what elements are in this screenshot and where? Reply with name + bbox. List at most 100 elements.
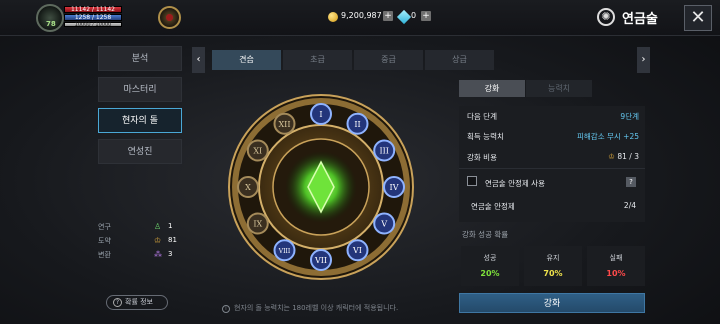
result-percent: 70% — [543, 269, 563, 278]
numeral-orb-5[interactable]: V — [373, 212, 396, 235]
divider — [459, 168, 645, 169]
numeral-orb-2[interactable]: II — [346, 112, 369, 135]
result-percent: 20% — [480, 269, 500, 278]
next-stage-value: 9단계 — [620, 112, 639, 121]
success-result: 성공 20% — [461, 246, 519, 286]
menu-item-philosopher-stone[interactable]: 현자의 돌 — [98, 108, 182, 133]
gold-amount: 9,200,987 — [341, 11, 382, 20]
numeral-label: V — [380, 220, 387, 229]
leap-icon: ♔ — [154, 236, 162, 245]
hp-text: 11142 / 11142 — [70, 6, 115, 13]
page-title: 연금술 — [622, 12, 658, 27]
stabilizer-use-label: 연금술 안정제 사용 — [485, 179, 545, 188]
numeral-orb-11[interactable]: XI — [246, 139, 269, 162]
cost-row: 강화 비용 ♔ 81 / 3 — [467, 152, 639, 163]
info-icon: i — [222, 305, 230, 313]
numeral-orb-9[interactable]: IX — [246, 212, 269, 235]
result-percent: 10% — [606, 269, 626, 278]
success-rate-title: 강화 성공 확률 — [462, 230, 509, 239]
numeral-orb-12[interactable]: XII — [273, 112, 296, 135]
tab-prev-button[interactable]: ‹ — [192, 47, 205, 73]
footnote-text: 현자의 돌 능력치는 180레벨 이상 캐릭터에 적용됩니다. — [234, 304, 399, 312]
xp-bar: 10000 / 10000 — [64, 22, 122, 28]
numeral-label: X — [245, 183, 251, 192]
numeral-label: VIII — [278, 248, 291, 255]
alchemy-emblem-icon: ✺ — [597, 8, 615, 26]
stat-row-research: 연구 ♙ 1 — [98, 222, 180, 236]
stat-value: 1 — [168, 222, 173, 230]
cost-value-wrap: ♔ 81 / 3 — [608, 152, 639, 161]
compass-icon[interactable] — [158, 6, 181, 29]
result-label: 성공 — [483, 254, 497, 262]
numeral-orb-4[interactable]: IV — [383, 176, 405, 198]
tab-abilities[interactable]: 능력치 — [526, 80, 592, 97]
xp-text: 10000 / 10000 — [74, 22, 112, 28]
stat-row-transform: 변환 ⁂ 3 — [98, 250, 180, 264]
gem-icon — [396, 9, 412, 25]
question-icon: ? — [113, 298, 122, 307]
close-button[interactable]: ✕ — [684, 5, 712, 31]
stat-value: 3 — [168, 250, 173, 258]
stabilizer-use-row: 연금술 안정제 사용 — [485, 178, 625, 189]
numeral-orb-3[interactable]: III — [373, 139, 396, 162]
numeral-orb-8[interactable]: VIII — [273, 239, 296, 262]
numeral-label: IV — [390, 183, 399, 192]
enhance-button[interactable]: 강화 — [459, 293, 645, 313]
numeral-orb-6[interactable]: VI — [346, 239, 369, 262]
probability-info-label: 확률 정보 — [125, 298, 153, 306]
numeral-label: XII — [278, 120, 290, 129]
numeral-label: VI — [352, 246, 362, 255]
stabilizer-row: 연금술 안정제 2/4 — [471, 201, 636, 212]
cost-label: 강화 비용 — [467, 153, 497, 162]
stabilizer-label: 연금술 안정제 — [471, 202, 515, 211]
gem-amount: 0 — [411, 11, 417, 20]
numeral-label: VII — [314, 256, 327, 265]
ability-label: 획득 능력치 — [467, 132, 504, 141]
stats-panel: 연구 ♙ 1 도약 ♔ 81 변환 ⁂ 3 — [98, 222, 180, 264]
stat-label: 변환 — [98, 251, 111, 259]
maintain-result: 유지 70% — [524, 246, 582, 286]
stat-value: 81 — [168, 236, 177, 244]
footnote: i 현자의 돌 능력치는 180레벨 이상 캐릭터에 적용됩니다. — [222, 303, 398, 313]
menu-item-analysis[interactable]: 분석 — [98, 46, 182, 71]
stat-row-leap: 도약 ♔ 81 — [98, 236, 180, 250]
numeral-orb-1[interactable]: I — [310, 103, 332, 125]
hp-bar: 11142 / 11142 — [64, 6, 122, 13]
result-label: 유지 — [546, 254, 560, 262]
tab-beginner[interactable]: 초급 — [283, 50, 352, 70]
numeral-label: III — [379, 147, 388, 156]
tab-advanced[interactable]: 상급 — [425, 50, 494, 70]
tab-next-button[interactable]: › — [637, 47, 650, 73]
cost-value: 81 / 3 — [617, 152, 639, 161]
ability-row: 획득 능력치 피해감소 무시 +25 — [467, 131, 639, 142]
numeral-orb-7[interactable]: VII — [310, 249, 332, 271]
tab-apprentice[interactable]: 견습 — [212, 50, 281, 70]
probability-info-button[interactable]: ? 확률 정보 — [106, 295, 168, 310]
mp-text: 1258 / 1258 — [74, 14, 112, 21]
tab-intermediate[interactable]: 중급 — [354, 50, 423, 70]
stabilizer-help-button[interactable]: ? — [626, 177, 636, 187]
menu-item-mastery[interactable]: 마스터리 — [98, 77, 182, 102]
transform-icon: ⁂ — [154, 250, 162, 259]
transmutation-circle[interactable]: IIIIIIIVVVIVIIVIIIIXXXIXII — [226, 92, 416, 282]
menu-item-transmutation-circle[interactable]: 연성진 — [98, 139, 182, 164]
numeral-orb-10[interactable]: X — [237, 176, 259, 198]
numeral-label: I — [319, 110, 322, 119]
ability-value: 피해감소 무시 +25 — [577, 132, 639, 141]
leap-icon: ♔ — [608, 152, 618, 161]
gold-coin-icon — [328, 12, 338, 22]
add-gold-button[interactable]: + — [383, 11, 393, 21]
enhance-info-panel: 다음 단계 9단계 획득 능력치 피해감소 무시 +25 강화 비용 ♔ 81 … — [459, 106, 645, 222]
stabilizer-checkbox[interactable] — [467, 176, 477, 186]
numeral-label: IX — [253, 220, 262, 229]
tab-enhance[interactable]: 강화 — [459, 80, 525, 97]
character-level: 78 — [46, 20, 56, 28]
stat-label: 연구 — [98, 223, 111, 231]
fail-result: 실패 10% — [587, 246, 645, 286]
stat-label: 도약 — [98, 237, 111, 245]
add-gem-button[interactable]: + — [421, 11, 431, 21]
research-icon: ♙ — [154, 222, 162, 231]
stabilizer-value: 2/4 — [623, 201, 636, 210]
numeral-label: XI — [253, 147, 262, 156]
numeral-label: II — [354, 120, 360, 129]
